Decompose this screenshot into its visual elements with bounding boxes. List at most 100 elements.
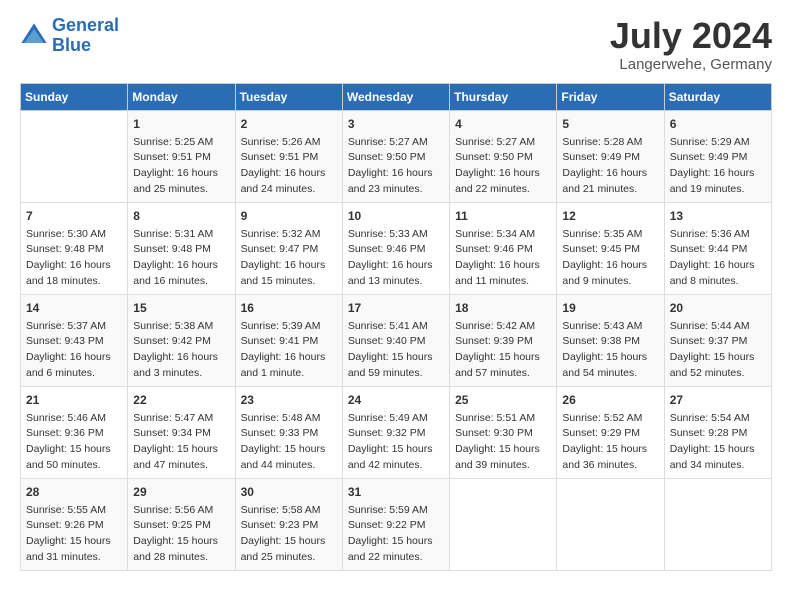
calendar-cell: 25 Sunrise: 5:51 AM Sunset: 9:30 PM Dayli… — [450, 386, 557, 478]
logo: General Blue — [20, 16, 119, 56]
day-number: 27 — [670, 391, 766, 409]
calendar-cell: 22 Sunrise: 5:47 AM Sunset: 9:34 PM Dayli… — [128, 386, 235, 478]
calendar-cell: 8 Sunrise: 5:31 AM Sunset: 9:48 PM Daylig… — [128, 202, 235, 294]
day-number: 21 — [26, 391, 122, 409]
calendar-cell: 6Sunrise: 5:29 AM Sunset: 9:49 PM Daylig… — [664, 110, 771, 202]
calendar-cell: 11Sunrise: 5:34 AM Sunset: 9:46 PM Dayli… — [450, 202, 557, 294]
header-day: Friday — [557, 83, 664, 110]
cell-content: Sunrise: 5:35 AM Sunset: 9:45 PM Dayligh… — [562, 227, 658, 290]
calendar-cell: 2 Sunrise: 5:26 AM Sunset: 9:51 PM Daylig… — [235, 110, 342, 202]
cell-content: Sunrise: 5:42 AM Sunset: 9:39 PM Dayligh… — [455, 319, 551, 382]
day-number: 4 — [455, 115, 551, 133]
day-number: 30 — [241, 483, 337, 501]
calendar-cell: 1Sunrise: 5:25 AM Sunset: 9:51 PM Daylig… — [128, 110, 235, 202]
calendar-cell: 18 Sunrise: 5:42 AM Sunset: 9:39 PM Dayli… — [450, 294, 557, 386]
cell-content: Sunrise: 5:56 AM Sunset: 9:25 PM Dayligh… — [133, 503, 229, 566]
cell-content: Sunrise: 5:46 AM Sunset: 9:36 PM Dayligh… — [26, 411, 122, 474]
cell-content: Sunrise: 5:47 AM Sunset: 9:34 PM Dayligh… — [133, 411, 229, 474]
cell-content: Sunrise: 5:55 AM Sunset: 9:26 PM Dayligh… — [26, 503, 122, 566]
day-number: 14 — [26, 299, 122, 317]
day-number: 11 — [455, 207, 551, 225]
cell-content: Sunrise: 5:44 AM Sunset: 9:37 PM Dayligh… — [670, 319, 766, 382]
calendar-cell: 27 Sunrise: 5:54 AM Sunset: 9:28 PM Dayli… — [664, 386, 771, 478]
calendar-cell: 16 Sunrise: 5:39 AM Sunset: 9:41 PM Dayli… — [235, 294, 342, 386]
day-number: 20 — [670, 299, 766, 317]
header-day: Sunday — [21, 83, 128, 110]
calendar-cell: 9Sunrise: 5:32 AM Sunset: 9:47 PM Daylig… — [235, 202, 342, 294]
cell-content: Sunrise: 5:54 AM Sunset: 9:28 PM Dayligh… — [670, 411, 766, 474]
calendar-header: SundayMondayTuesdayWednesdayThursdayFrid… — [21, 83, 772, 110]
calendar-cell: 29 Sunrise: 5:56 AM Sunset: 9:25 PM Dayli… — [128, 478, 235, 570]
calendar-body: 1Sunrise: 5:25 AM Sunset: 9:51 PM Daylig… — [21, 110, 772, 570]
calendar-cell: 5 Sunrise: 5:28 AM Sunset: 9:49 PM Daylig… — [557, 110, 664, 202]
header-day: Saturday — [664, 83, 771, 110]
cell-content: Sunrise: 5:28 AM Sunset: 9:49 PM Dayligh… — [562, 135, 658, 198]
day-number: 12 — [562, 207, 658, 225]
logo-line1: General — [52, 15, 119, 35]
calendar-cell: 23 Sunrise: 5:48 AM Sunset: 9:33 PM Dayli… — [235, 386, 342, 478]
day-number: 19 — [562, 299, 658, 317]
day-number: 18 — [455, 299, 551, 317]
calendar-cell — [450, 478, 557, 570]
calendar-cell: 17Sunrise: 5:41 AM Sunset: 9:40 PM Dayli… — [342, 294, 449, 386]
cell-content: Sunrise: 5:39 AM Sunset: 9:41 PM Dayligh… — [241, 319, 337, 382]
day-number: 9 — [241, 207, 337, 225]
cell-content: Sunrise: 5:59 AM Sunset: 9:22 PM Dayligh… — [348, 503, 444, 566]
day-number: 16 — [241, 299, 337, 317]
calendar-cell: 15 Sunrise: 5:38 AM Sunset: 9:42 PM Dayli… — [128, 294, 235, 386]
day-number: 5 — [562, 115, 658, 133]
day-number: 24 — [348, 391, 444, 409]
calendar-cell: 26Sunrise: 5:52 AM Sunset: 9:29 PM Dayli… — [557, 386, 664, 478]
calendar-cell: 21 Sunrise: 5:46 AM Sunset: 9:36 PM Dayli… — [21, 386, 128, 478]
calendar-cell: 13 Sunrise: 5:36 AM Sunset: 9:44 PM Dayli… — [664, 202, 771, 294]
calendar-cell: 19 Sunrise: 5:43 AM Sunset: 9:38 PM Dayli… — [557, 294, 664, 386]
cell-content: Sunrise: 5:38 AM Sunset: 9:42 PM Dayligh… — [133, 319, 229, 382]
day-number: 7 — [26, 207, 122, 225]
calendar-cell: 24Sunrise: 5:49 AM Sunset: 9:32 PM Dayli… — [342, 386, 449, 478]
cell-content: Sunrise: 5:43 AM Sunset: 9:38 PM Dayligh… — [562, 319, 658, 382]
day-number: 10 — [348, 207, 444, 225]
cell-content: Sunrise: 5:37 AM Sunset: 9:43 PM Dayligh… — [26, 319, 122, 382]
calendar-cell: 4Sunrise: 5:27 AM Sunset: 9:50 PM Daylig… — [450, 110, 557, 202]
day-number: 23 — [241, 391, 337, 409]
month-year: July 2024 — [610, 16, 772, 56]
header-day: Tuesday — [235, 83, 342, 110]
day-number: 15 — [133, 299, 229, 317]
calendar-cell — [21, 110, 128, 202]
header-day: Wednesday — [342, 83, 449, 110]
cell-content: Sunrise: 5:51 AM Sunset: 9:30 PM Dayligh… — [455, 411, 551, 474]
day-number: 22 — [133, 391, 229, 409]
calendar-table: SundayMondayTuesdayWednesdayThursdayFrid… — [20, 83, 772, 571]
cell-content: Sunrise: 5:26 AM Sunset: 9:51 PM Dayligh… — [241, 135, 337, 198]
logo-line2: Blue — [52, 35, 91, 55]
calendar-week-row: 14 Sunrise: 5:37 AM Sunset: 9:43 PM Dayli… — [21, 294, 772, 386]
header-day: Thursday — [450, 83, 557, 110]
logo-text: General Blue — [52, 16, 119, 56]
cell-content: Sunrise: 5:25 AM Sunset: 9:51 PM Dayligh… — [133, 135, 229, 198]
calendar-cell: 10Sunrise: 5:33 AM Sunset: 9:46 PM Dayli… — [342, 202, 449, 294]
day-number: 13 — [670, 207, 766, 225]
cell-content: Sunrise: 5:31 AM Sunset: 9:48 PM Dayligh… — [133, 227, 229, 290]
calendar-cell: 28Sunrise: 5:55 AM Sunset: 9:26 PM Dayli… — [21, 478, 128, 570]
location: Langerwehe, Germany — [610, 56, 772, 73]
calendar-cell: 14 Sunrise: 5:37 AM Sunset: 9:43 PM Dayli… — [21, 294, 128, 386]
day-number: 3 — [348, 115, 444, 133]
cell-content: Sunrise: 5:30 AM Sunset: 9:48 PM Dayligh… — [26, 227, 122, 290]
day-number: 8 — [133, 207, 229, 225]
day-number: 25 — [455, 391, 551, 409]
cell-content: Sunrise: 5:41 AM Sunset: 9:40 PM Dayligh… — [348, 319, 444, 382]
calendar-week-row: 28Sunrise: 5:55 AM Sunset: 9:26 PM Dayli… — [21, 478, 772, 570]
cell-content: Sunrise: 5:36 AM Sunset: 9:44 PM Dayligh… — [670, 227, 766, 290]
title-block: July 2024 Langerwehe, Germany — [610, 16, 772, 73]
cell-content: Sunrise: 5:27 AM Sunset: 9:50 PM Dayligh… — [348, 135, 444, 198]
day-number: 29 — [133, 483, 229, 501]
cell-content: Sunrise: 5:29 AM Sunset: 9:49 PM Dayligh… — [670, 135, 766, 198]
cell-content: Sunrise: 5:48 AM Sunset: 9:33 PM Dayligh… — [241, 411, 337, 474]
calendar-cell: 30Sunrise: 5:58 AM Sunset: 9:23 PM Dayli… — [235, 478, 342, 570]
logo-icon — [20, 22, 48, 50]
header-row: SundayMondayTuesdayWednesdayThursdayFrid… — [21, 83, 772, 110]
calendar-cell: 7 Sunrise: 5:30 AM Sunset: 9:48 PM Daylig… — [21, 202, 128, 294]
day-number: 2 — [241, 115, 337, 133]
calendar-cell — [664, 478, 771, 570]
calendar-week-row: 7 Sunrise: 5:30 AM Sunset: 9:48 PM Daylig… — [21, 202, 772, 294]
